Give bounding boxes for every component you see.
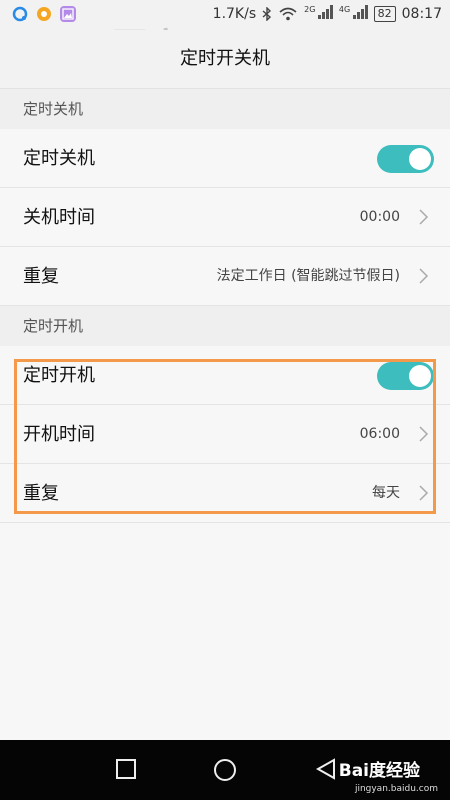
home-button[interactable]: [213, 758, 237, 782]
row-shutdown-repeat[interactable]: 重复 法定工作日 (智能跳过节假日): [0, 247, 450, 306]
browser-app-icon: [12, 6, 28, 22]
battery-level: 82: [373, 6, 396, 22]
row-label: 重复: [23, 266, 59, 287]
shutdown-toggle-switch[interactable]: [377, 145, 434, 173]
row-label: 定时关机: [23, 148, 95, 169]
row-poweron-toggle[interactable]: 定时开机: [0, 346, 450, 405]
row-label: 关机时间: [23, 207, 95, 228]
chevron-right-icon: [419, 268, 429, 284]
chevron-right-icon: [419, 426, 429, 442]
row-shutdown-toggle[interactable]: 定时关机: [0, 129, 450, 188]
poweron-repeat-value: 每天: [372, 485, 400, 501]
notification-icons: [12, 6, 76, 22]
baidu-jingyan-logo: Bai度经验: [338, 761, 420, 781]
row-poweron-repeat[interactable]: 重复 每天: [0, 464, 450, 523]
network-type-2: 4G: [338, 5, 351, 14]
row-shutdown-time[interactable]: 关机时间 00:00: [0, 188, 450, 247]
section-header-shutdown: 定时关机: [0, 89, 450, 129]
signal-icon: [317, 5, 333, 19]
notification-app-icon: [36, 6, 52, 22]
baidu-jingyan-url: jingyan.baidu.com: [354, 784, 438, 794]
clock: 08:17: [401, 6, 442, 22]
toggle-knob: [409, 148, 431, 170]
gallery-app-icon: [60, 6, 76, 22]
chevron-right-icon: [419, 485, 429, 501]
signal-icon-2: [352, 5, 368, 19]
network-type-1: 2G: [304, 5, 316, 14]
poweron-toggle-switch[interactable]: [377, 362, 434, 390]
row-label: 开机时间: [23, 424, 95, 445]
toggle-knob: [409, 365, 431, 387]
page-title: 定时开关机: [0, 30, 450, 89]
navigation-bar: Bai度经验 jingyan.baidu.com: [0, 740, 450, 800]
shutdown-time-value: 00:00: [359, 209, 400, 225]
chevron-right-icon: [419, 209, 429, 225]
row-poweron-time[interactable]: 开机时间 06:00: [0, 405, 450, 464]
back-button[interactable]: [315, 758, 337, 780]
shutdown-repeat-value: 法定工作日 (智能跳过节假日): [216, 268, 400, 284]
poweron-time-value: 06:00: [359, 426, 400, 442]
section-header-poweron: 定时开机: [0, 306, 450, 346]
row-label: 定时开机: [23, 365, 95, 386]
row-label: 重复: [23, 483, 59, 504]
recents-button[interactable]: [115, 758, 137, 780]
